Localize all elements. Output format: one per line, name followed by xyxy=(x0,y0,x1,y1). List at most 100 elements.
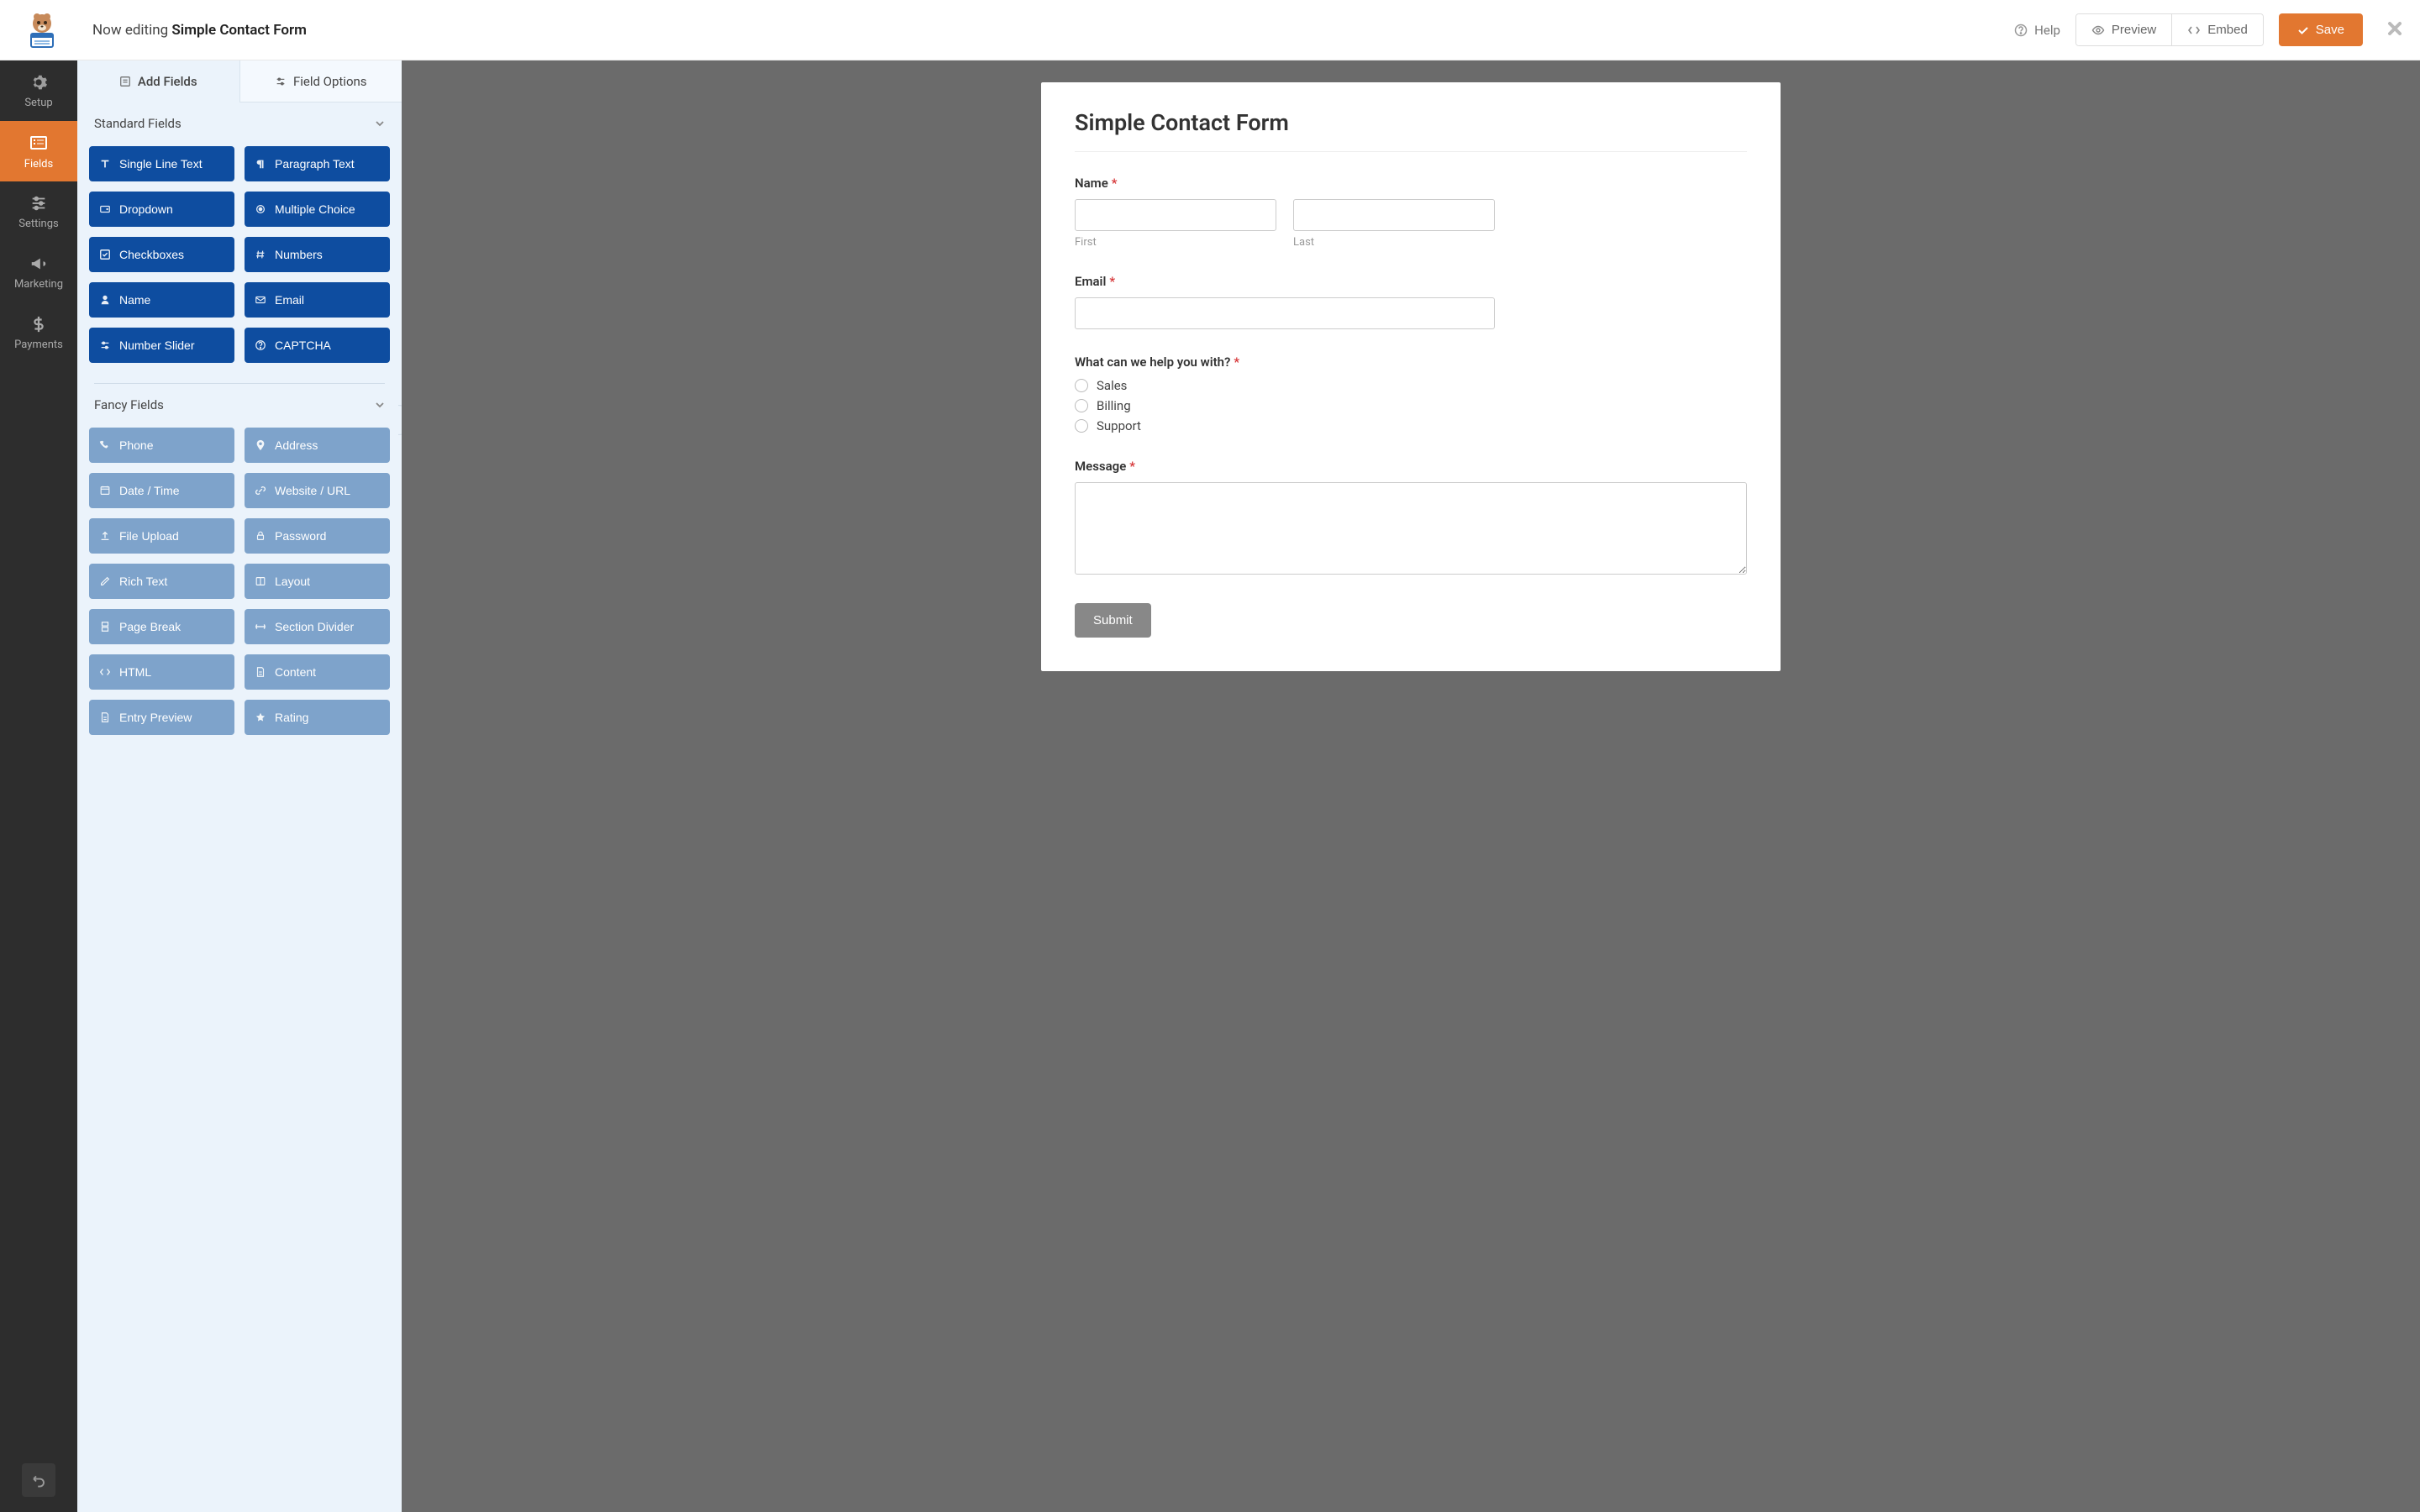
file-icon xyxy=(255,666,266,678)
field-type-entry-preview[interactable]: Entry Preview xyxy=(89,700,234,735)
preview-button[interactable]: Preview xyxy=(2076,14,2172,45)
field-type-captcha[interactable]: CAPTCHA xyxy=(245,328,390,363)
field-type-label: Checkboxes xyxy=(119,248,184,261)
leftnav-marketing[interactable]: Marketing xyxy=(0,242,77,302)
code-icon xyxy=(2187,24,2201,37)
preview-embed-group: Preview Embed xyxy=(2075,13,2264,46)
gear-icon xyxy=(29,73,48,92)
phone-icon xyxy=(99,439,111,451)
field-label: Name* xyxy=(1075,176,1747,191)
field-type-website-url[interactable]: Website / URL xyxy=(245,473,390,508)
radio-option[interactable]: Sales xyxy=(1075,378,1747,393)
sliders-icon xyxy=(99,339,111,351)
email-input[interactable] xyxy=(1075,297,1495,329)
help-link[interactable]: Help xyxy=(2014,23,2060,38)
radio-label: Support xyxy=(1097,418,1141,433)
save-button[interactable]: Save xyxy=(2279,13,2363,46)
field-type-multiple-choice[interactable]: Multiple Choice xyxy=(245,192,390,227)
close-button[interactable] xyxy=(2386,20,2403,40)
section-fancy-fields[interactable]: Fancy Fields xyxy=(77,384,402,421)
user-icon xyxy=(99,294,111,306)
field-type-label: Single Line Text xyxy=(119,157,203,171)
field-type-page-break[interactable]: Page Break xyxy=(89,609,234,644)
field-message[interactable]: Message* xyxy=(1075,459,1747,578)
field-type-label: Name xyxy=(119,293,150,307)
message-textarea[interactable] xyxy=(1075,482,1747,575)
radio-icon xyxy=(255,203,266,215)
field-type-phone[interactable]: Phone xyxy=(89,428,234,463)
field-type-single-line-text[interactable]: Single Line Text xyxy=(89,146,234,181)
field-label: Message* xyxy=(1075,459,1747,474)
app-logo xyxy=(17,10,67,50)
link-icon xyxy=(255,485,266,496)
form-icon xyxy=(119,76,131,87)
field-type-label: Page Break xyxy=(119,620,181,633)
leftnav-fields[interactable]: Fields xyxy=(0,121,77,181)
first-name-input[interactable] xyxy=(1075,199,1276,231)
check-icon xyxy=(2297,24,2309,36)
field-type-section-divider[interactable]: Section Divider xyxy=(245,609,390,644)
field-email[interactable]: Email* xyxy=(1075,274,1747,329)
radio-option[interactable]: Billing xyxy=(1075,398,1747,413)
eye-icon xyxy=(2091,24,2105,37)
field-type-password[interactable]: Password xyxy=(245,518,390,554)
panel-collapse-toggle[interactable] xyxy=(398,405,402,435)
dropdown-icon xyxy=(99,203,111,215)
pagebreak-icon xyxy=(99,621,111,633)
tab-field-options[interactable]: Field Options xyxy=(240,60,402,102)
embed-button[interactable]: Embed xyxy=(2172,14,2263,45)
field-type-label: Phone xyxy=(119,438,153,452)
field-type-dropdown[interactable]: Dropdown xyxy=(89,192,234,227)
last-name-input[interactable] xyxy=(1293,199,1495,231)
field-type-paragraph-text[interactable]: Paragraph Text xyxy=(245,146,390,181)
field-type-content[interactable]: Content xyxy=(245,654,390,690)
field-type-label: Website / URL xyxy=(275,484,350,497)
field-type-address[interactable]: Address xyxy=(245,428,390,463)
code-icon xyxy=(99,666,111,678)
submit-button[interactable]: Submit xyxy=(1075,603,1151,638)
undo-button[interactable] xyxy=(22,1463,55,1497)
tab-add-fields[interactable]: Add Fields xyxy=(77,60,240,102)
field-type-label: Content xyxy=(275,665,316,679)
star-icon xyxy=(255,711,266,723)
section-standard-fields[interactable]: Standard Fields xyxy=(77,102,402,139)
field-type-label: Rich Text xyxy=(119,575,167,588)
field-type-label: Number Slider xyxy=(119,339,194,352)
pin-icon xyxy=(255,439,266,451)
mail-icon xyxy=(255,294,266,306)
leftnav-payments[interactable]: Payments xyxy=(0,302,77,363)
divider-icon xyxy=(255,621,266,633)
chevron-down-icon xyxy=(375,118,385,129)
undo-icon xyxy=(31,1473,46,1488)
field-type-file-upload[interactable]: File Upload xyxy=(89,518,234,554)
field-type-number-slider[interactable]: Number Slider xyxy=(89,328,234,363)
field-type-label: CAPTCHA xyxy=(275,339,331,352)
sliders-icon xyxy=(29,194,48,213)
field-type-date-time[interactable]: Date / Time xyxy=(89,473,234,508)
radio-option[interactable]: Support xyxy=(1075,418,1747,433)
page-title: Now editing Simple Contact Form xyxy=(92,22,307,39)
leftnav-setup[interactable]: Setup xyxy=(0,60,77,121)
leftnav-settings[interactable]: Settings xyxy=(0,181,77,242)
radio-label: Sales xyxy=(1097,378,1127,393)
field-type-rich-text[interactable]: Rich Text xyxy=(89,564,234,599)
field-type-numbers[interactable]: Numbers xyxy=(245,237,390,272)
field-type-rating[interactable]: Rating xyxy=(245,700,390,735)
bullhorn-icon xyxy=(29,255,48,273)
field-type-email[interactable]: Email xyxy=(245,282,390,318)
radio-label: Billing xyxy=(1097,398,1131,413)
field-type-html[interactable]: HTML xyxy=(89,654,234,690)
edit-icon xyxy=(99,575,111,587)
leftnav: Setup Fields Settings Marketing Payments xyxy=(0,0,77,1512)
field-type-label: Paragraph Text xyxy=(275,157,355,171)
help-icon xyxy=(2014,24,2028,37)
fields-panel: Add Fields Field Options Standard Fields… xyxy=(77,60,402,1512)
lock-icon xyxy=(255,530,266,542)
field-name[interactable]: Name* First Last xyxy=(1075,176,1747,249)
field-choice[interactable]: What can we help you with?* SalesBilling… xyxy=(1075,354,1747,433)
field-type-name[interactable]: Name xyxy=(89,282,234,318)
field-type-checkboxes[interactable]: Checkboxes xyxy=(89,237,234,272)
question-icon xyxy=(255,339,266,351)
field-type-layout[interactable]: Layout xyxy=(245,564,390,599)
field-type-label: Numbers xyxy=(275,248,323,261)
